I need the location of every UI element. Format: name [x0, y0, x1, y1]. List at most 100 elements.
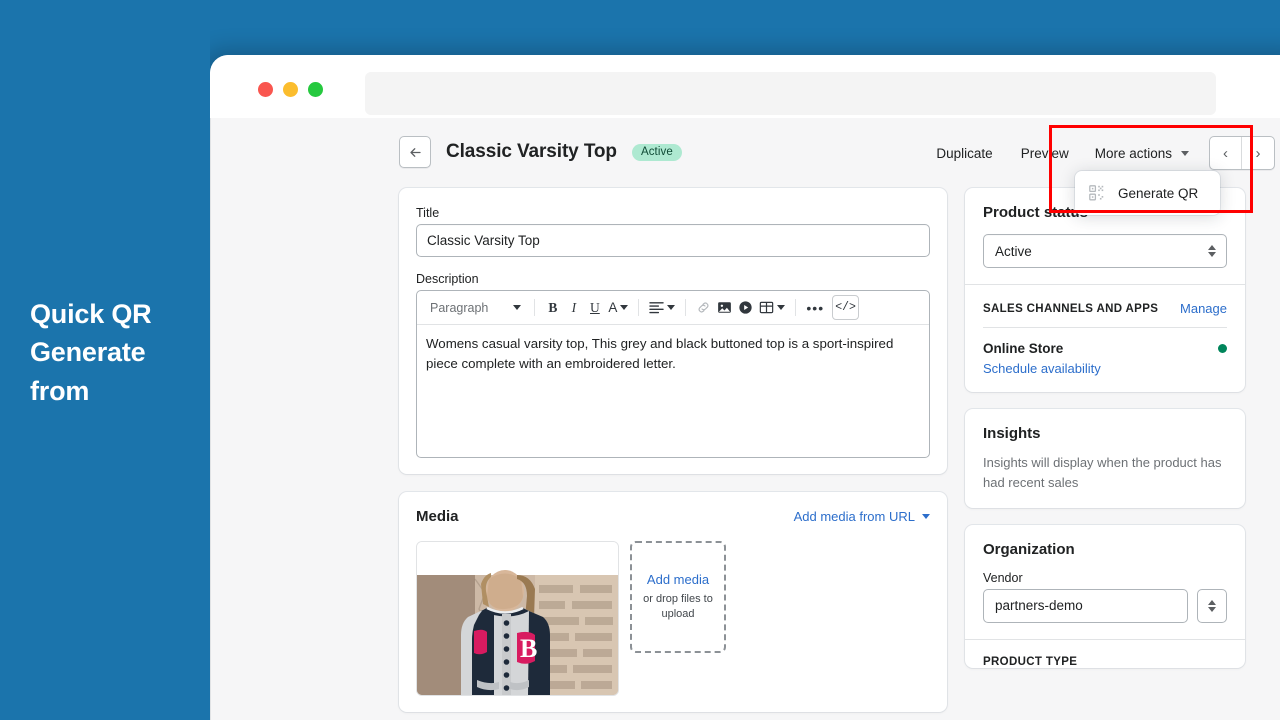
product-type-overline: PRODUCT TYPE [983, 656, 1078, 668]
chevron-down-icon [922, 514, 930, 519]
html-code-button[interactable]: </> [832, 295, 860, 320]
page-header: Classic Varsity Top Active Duplicate Pre… [211, 118, 1280, 215]
media-card-header: Media Add media from URL [416, 508, 930, 525]
next-product-button[interactable]: › [1242, 137, 1274, 169]
insert-table-button[interactable] [757, 296, 787, 320]
schedule-availability-link[interactable]: Schedule availability [983, 361, 1227, 376]
more-formatting-button[interactable]: ••• [804, 296, 826, 320]
svg-text:B: B [520, 634, 537, 663]
italic-button[interactable]: I [564, 296, 583, 320]
text-color-button[interactable]: A [606, 296, 630, 320]
sales-channels-header: SALES CHANNELS AND APPS Manage [983, 301, 1227, 316]
arrow-down-icon [1208, 607, 1216, 612]
sales-channels-section: SALES CHANNELS AND APPS Manage Online St… [965, 285, 1245, 392]
promo-panel: Quick QR Generate from [0, 0, 210, 720]
bold-button[interactable]: B [543, 296, 562, 320]
menu-item-generate-qr[interactable]: Generate QR [1075, 177, 1220, 209]
product-status-value: Active [995, 243, 1032, 259]
duplicate-button[interactable]: Duplicate [922, 139, 1006, 168]
text-color-glyph: A [608, 300, 618, 315]
channel-row-online-store: Online Store [983, 341, 1227, 356]
varsity-jacket-photo: B [417, 542, 618, 695]
chevron-down-icon [1181, 150, 1189, 156]
vendor-field-row: partners-demo [983, 589, 1227, 623]
qr-code-icon [1089, 185, 1104, 201]
link-icon [698, 302, 709, 313]
page-header-left: Classic Varsity Top Active [399, 136, 682, 168]
add-media-from-url-label: Add media from URL [793, 509, 915, 524]
toolbar-divider [534, 299, 536, 316]
insert-video-button[interactable] [736, 296, 755, 320]
product-details-card: Title Classic Varsity Top Description Pa… [399, 188, 947, 474]
sidebar-column: Product status Active SALES CHANNELS AND… [965, 188, 1245, 685]
chevron-down-icon [667, 305, 676, 310]
section-divider [983, 327, 1227, 328]
app-surface: Classic Varsity Top Active Duplicate Pre… [210, 118, 1280, 720]
product-status-card: Product status Active SALES CHANNELS AND… [965, 188, 1245, 392]
pagination-controls: ‹ › [1209, 136, 1275, 170]
back-button[interactable] [399, 136, 431, 168]
stepper-arrows-icon [1208, 245, 1216, 257]
sales-channels-overline: SALES CHANNELS AND APPS [983, 302, 1159, 315]
organization-card: Organization Vendor partners-demo PRODUC… [965, 525, 1245, 668]
image-icon [718, 302, 732, 313]
add-media-from-url-button[interactable]: Add media from URL [794, 509, 930, 524]
editor-toolbar: Paragraph B I U A ••• </> [417, 291, 929, 325]
window-controls [258, 82, 323, 97]
video-icon [739, 301, 753, 314]
browser-chrome-bar [210, 55, 1280, 118]
format-select[interactable]: Paragraph [424, 301, 526, 315]
add-media-label: Add media [646, 572, 710, 588]
page-title: Classic Varsity Top [446, 141, 617, 162]
promo-headline: Quick QR Generate from [30, 299, 152, 406]
media-title: Media [416, 508, 459, 525]
vendor-input[interactable]: partners-demo [983, 589, 1188, 623]
channel-name: Online Store [983, 341, 1064, 356]
arrow-up-icon [1208, 600, 1216, 605]
arrow-left-icon [409, 147, 421, 157]
media-card: Media Add media from URL B Add media or … [399, 492, 947, 712]
rich-text-editor: Paragraph B I U A ••• </> Womens casual … [416, 290, 930, 458]
vendor-select-stepper[interactable] [1197, 589, 1227, 623]
maximize-window-icon[interactable] [308, 82, 323, 97]
close-window-icon[interactable] [258, 82, 273, 97]
more-actions-label: More actions [1094, 145, 1172, 161]
insights-body: Insights will display when the product h… [983, 455, 1222, 490]
browser-window: Classic Varsity Top Active Duplicate Pre… [210, 55, 1280, 720]
manage-channels-link[interactable]: Manage [1180, 301, 1227, 316]
chevron-down-icon [777, 305, 786, 310]
preview-button[interactable]: Preview [1007, 139, 1083, 168]
toolbar-divider [795, 299, 797, 316]
toolbar-divider [685, 299, 687, 316]
description-field: Description Paragraph B I U A ••• </> Wo… [416, 272, 930, 458]
description-textarea[interactable]: Womens casual varsity top, This grey and… [417, 325, 929, 457]
media-dropzone[interactable]: Add media or drop files to upload [630, 541, 726, 653]
media-thumbnail[interactable]: B [416, 541, 619, 696]
table-icon [760, 301, 774, 314]
drop-files-label: or drop files to upload [643, 593, 713, 620]
minimize-window-icon[interactable] [283, 82, 298, 97]
format-select-value: Paragraph [430, 300, 489, 315]
menu-item-label: Generate QR [1118, 185, 1199, 201]
title-input[interactable]: Classic Varsity Top [416, 224, 930, 257]
product-type-section: PRODUCT TYPE [965, 640, 1245, 668]
main-column: Title Classic Varsity Top Description Pa… [399, 188, 947, 712]
align-left-icon [649, 302, 665, 314]
link-button[interactable] [694, 296, 713, 320]
description-label: Description [416, 272, 479, 286]
insights-section: Insights Insights will display when the … [965, 409, 1245, 508]
address-bar[interactable] [365, 72, 1216, 115]
status-badge: Active [631, 143, 682, 161]
more-actions-dropdown: Generate QR [1075, 171, 1220, 215]
align-button[interactable] [647, 296, 677, 320]
underline-button[interactable]: U [585, 296, 604, 320]
toolbar-divider [638, 299, 640, 316]
chevron-down-icon [513, 305, 522, 310]
insert-image-button[interactable] [715, 296, 734, 320]
title-label: Title [416, 206, 440, 220]
page-header-actions: Duplicate Preview More actions ‹ › [922, 136, 1275, 170]
insights-heading: Insights [983, 425, 1041, 442]
more-actions-button[interactable]: More actions [1083, 139, 1201, 168]
product-status-select[interactable]: Active [983, 234, 1227, 268]
previous-product-button[interactable]: ‹ [1210, 137, 1242, 169]
